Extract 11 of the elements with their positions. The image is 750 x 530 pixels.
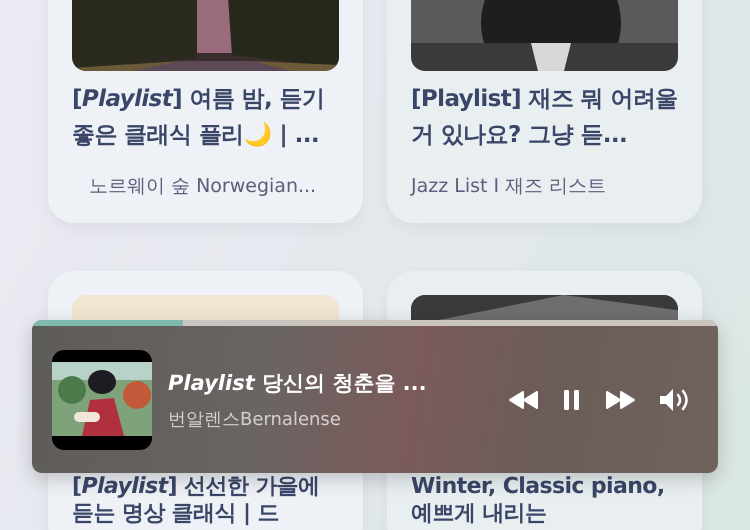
- playlist-card[interactable]: [Playlist] 재즈 뭐 어려울 거 있나요? 그냥 듣... Jazz List I 재즈 리스트: [387, 0, 702, 223]
- playlist-title[interactable]: [Playlist] 여름 밤, 듣기 좋은 클래식 플리🌙 | ...: [72, 81, 339, 153]
- forward-button[interactable]: [604, 390, 636, 410]
- channel-name[interactable]: 노르웨이 숲 Norwegian...: [72, 173, 339, 199]
- rewind-button[interactable]: [508, 390, 540, 410]
- playlist-title[interactable]: [Playlist] 선선한 가을에 듣는 명상 클래식 | 드: [72, 473, 339, 527]
- playlist-title[interactable]: [Playlist] 재즈 뭐 어려울 거 있나요? 그냥 듣...: [411, 81, 678, 153]
- pause-button[interactable]: [562, 389, 582, 411]
- playlist-card[interactable]: [Playlist] 여름 밤, 듣기 좋은 클래식 플리🌙 | ... 노르웨이 숲 Norwegian...: [48, 0, 363, 223]
- channel-name[interactable]: Jazz List I 재즈 리스트: [411, 173, 678, 199]
- playlist-title[interactable]: Winter, Classic piano, 예쁘게 내리는: [411, 473, 678, 527]
